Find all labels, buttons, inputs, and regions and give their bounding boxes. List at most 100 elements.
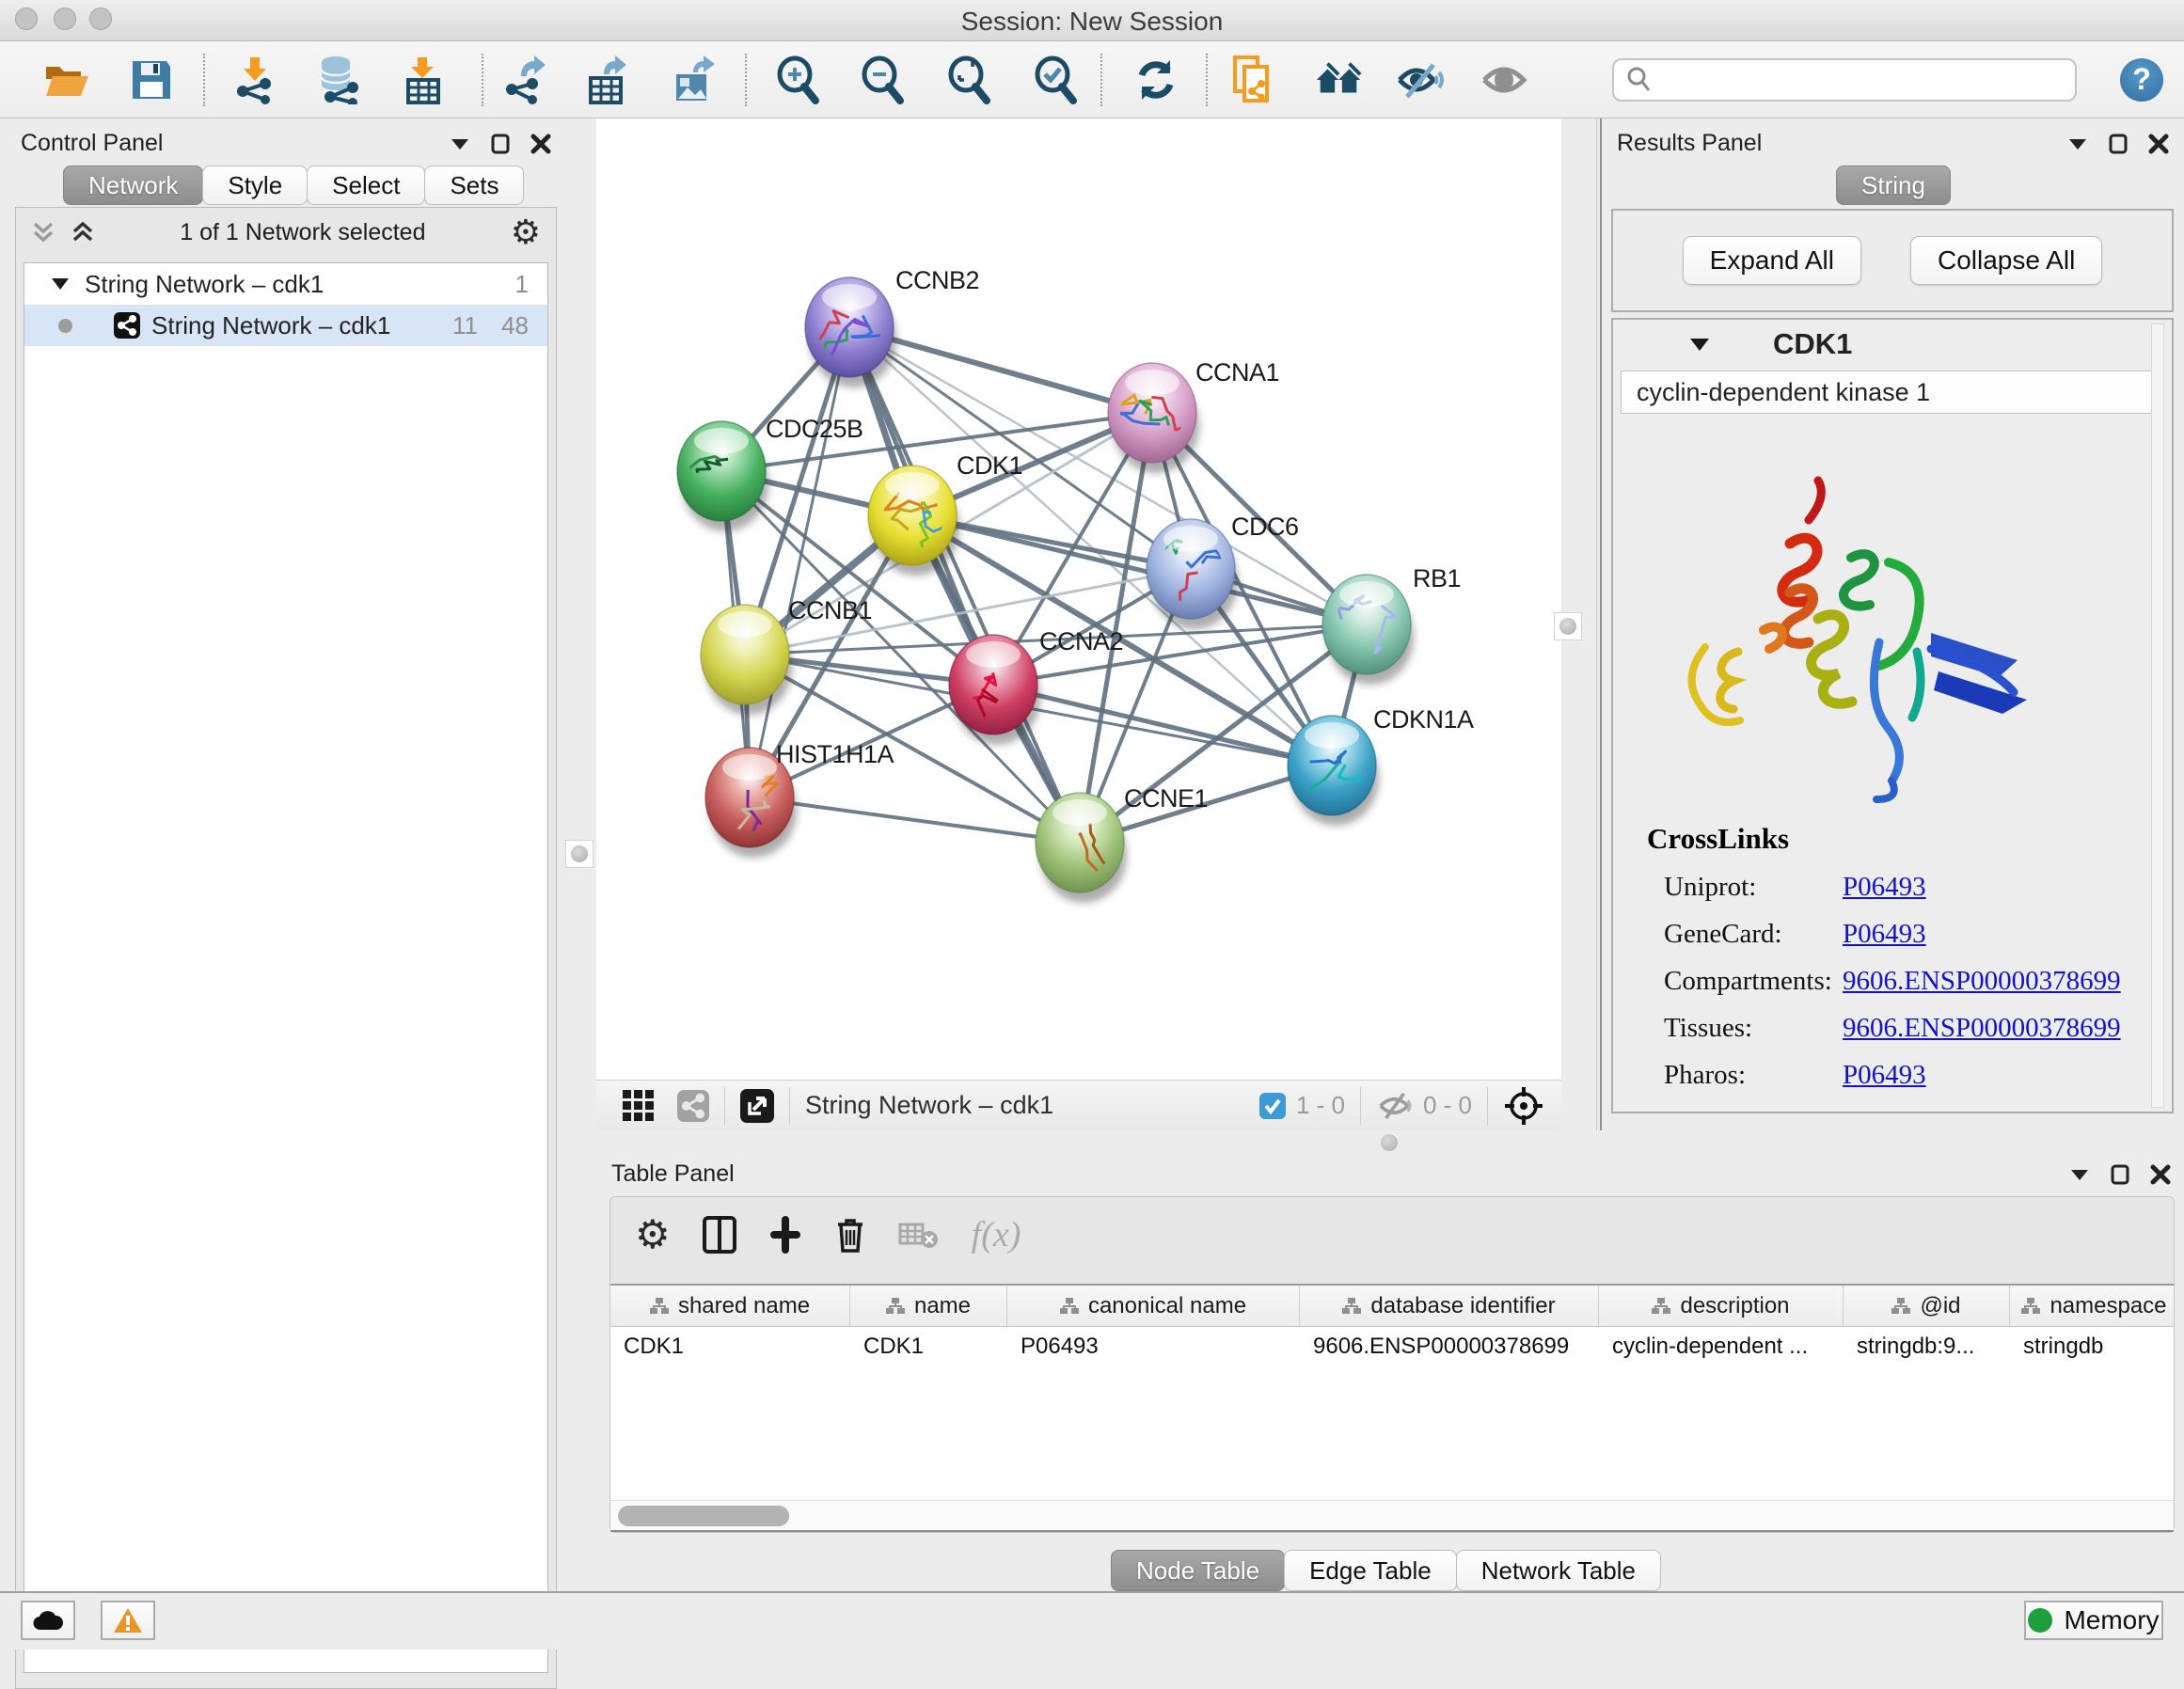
grid-view-icon[interactable] — [623, 1090, 655, 1122]
left-splitter-handle[interactable] — [565, 840, 593, 868]
network-overview-button[interactable] — [1313, 55, 1364, 105]
zoom-selected-button[interactable] — [1031, 55, 1082, 105]
import-network-from-database-button[interactable] — [312, 55, 363, 105]
function-builder-icon[interactable]: f(x) — [972, 1214, 1021, 1255]
network-collection-row[interactable]: String Network – cdk1 1 — [24, 263, 547, 305]
export-network-button[interactable] — [499, 55, 549, 105]
open-session-button[interactable] — [41, 55, 92, 105]
column-type-icon — [886, 1298, 905, 1315]
table-cell[interactable]: P06493 — [1007, 1327, 1300, 1366]
network-options-gear-icon[interactable]: ⚙ — [511, 213, 541, 252]
duplicate-network-button[interactable] — [1228, 55, 1279, 105]
table-cell[interactable]: CDK1 — [850, 1327, 1007, 1366]
table-cell[interactable]: stringdb:9... — [1844, 1327, 2010, 1366]
network-node-RB1[interactable]: RB1 — [1322, 564, 1461, 685]
control-tab-select[interactable]: Select — [307, 166, 425, 205]
table-row[interactable]: CDK1CDK1P064939606.ENSP00000378699cyclin… — [610, 1327, 2174, 1366]
close-panel-icon[interactable] — [2150, 1164, 2171, 1185]
clear-table-icon[interactable] — [898, 1219, 940, 1251]
right-splitter-handle[interactable] — [1554, 612, 1582, 640]
cloud-button[interactable] — [21, 1601, 75, 1640]
export-image-button[interactable] — [670, 55, 720, 105]
crosslink-link[interactable]: P06493 — [1843, 919, 1926, 950]
column-header-shared-name[interactable]: shared name — [610, 1286, 850, 1326]
float-panel-icon[interactable] — [2109, 134, 2128, 154]
column-header-canonical-name[interactable]: canonical name — [1007, 1286, 1300, 1326]
zoom-in-button[interactable] — [773, 55, 824, 105]
hidden-eye-slash-icon[interactable] — [1376, 1091, 1414, 1121]
zoom-out-button[interactable] — [858, 55, 909, 105]
crosslink-link[interactable]: 9606.ENSP00000378699 — [1843, 966, 2121, 997]
collapse-all-button[interactable]: Collapse All — [1910, 236, 2102, 285]
warnings-button[interactable] — [101, 1601, 155, 1640]
table-tab-node-table[interactable]: Node Table — [1111, 1550, 1285, 1591]
crosslink-row: Tissues:9606.ENSP00000378699 — [1647, 1013, 2147, 1044]
control-tab-network[interactable]: Network — [63, 166, 203, 205]
network-node-CCNB2[interactable]: CCNB2 — [800, 266, 979, 387]
crosslink-link[interactable]: P06493 — [1843, 872, 1926, 903]
tree-expand-icon[interactable] — [51, 277, 70, 291]
table-cell[interactable]: cyclin-dependent ... — [1599, 1327, 1844, 1366]
zoom-fit-button[interactable] — [944, 55, 995, 105]
help-button[interactable]: ? — [2120, 58, 2163, 102]
network-node-CCNE1[interactable]: CCNE1 — [1036, 784, 1208, 903]
add-column-icon[interactable] — [768, 1216, 802, 1254]
network-node-HIST1H1A[interactable]: HIST1H1A — [705, 740, 894, 858]
export-table-button[interactable] — [583, 55, 634, 105]
crosslink-link[interactable]: P06493 — [1843, 1060, 1926, 1091]
section-collapse-icon[interactable] — [1688, 337, 1711, 352]
import-network-button[interactable] — [229, 55, 280, 105]
network-view-share-icon[interactable] — [677, 1090, 709, 1122]
selected-checkbox-icon[interactable] — [1258, 1092, 1287, 1120]
network-canvas[interactable]: CCNB2CCNA1CDC25BCDK1CDC6RB1CCNB1CCNA2CDK… — [596, 118, 1561, 1080]
fit-selected-crosshair-icon[interactable] — [1503, 1085, 1544, 1127]
detach-view-icon[interactable] — [740, 1089, 774, 1123]
table-horizontal-scrollbar[interactable] — [610, 1500, 2174, 1530]
network-graph[interactable]: CCNB2CCNA1CDC25BCDK1CDC6RB1CCNB1CCNA2CDK… — [596, 118, 1561, 1080]
column-header-namespace[interactable]: namespace — [2010, 1286, 2174, 1326]
network-node-CDK1[interactable]: CDK1 — [868, 451, 1022, 576]
table-tab-edge-table[interactable]: Edge Table — [1284, 1550, 1457, 1591]
network-row[interactable]: String Network – cdk1 11 48 — [24, 305, 547, 346]
results-tab-string[interactable]: String — [1836, 166, 1951, 205]
control-tab-sets[interactable]: Sets — [424, 166, 524, 205]
close-panel-icon[interactable] — [2148, 134, 2169, 154]
table-cell[interactable]: stringdb — [2010, 1327, 2174, 1366]
hide-graphics-details-button[interactable] — [1396, 55, 1447, 105]
results-scrollbar[interactable] — [2151, 324, 2164, 1108]
collapse-all-icon[interactable] — [31, 220, 55, 245]
refresh-button[interactable] — [1131, 55, 1181, 105]
crosslink-link[interactable]: 9606.ENSP00000378699 — [1843, 1013, 2121, 1044]
search-field[interactable] — [1652, 65, 2047, 94]
float-panel-icon[interactable] — [491, 134, 510, 154]
network-node-CDKN1A[interactable]: CDKN1A — [1288, 705, 1474, 826]
column-header-database-identifier[interactable]: database identifier — [1300, 1286, 1599, 1326]
control-panel-tabs: NetworkStyleSelectSets — [64, 166, 524, 205]
collapse-panel-icon[interactable] — [2069, 1168, 2090, 1181]
collapse-panel-icon[interactable] — [2067, 137, 2088, 150]
table-cell[interactable]: CDK1 — [610, 1327, 850, 1366]
search-input[interactable] — [1612, 58, 2077, 102]
show-graphics-details-button[interactable] — [1479, 55, 1529, 105]
collapse-panel-icon[interactable] — [450, 137, 470, 150]
table-options-gear-icon[interactable]: ⚙ — [635, 1216, 671, 1254]
float-panel-icon[interactable] — [2111, 1164, 2129, 1185]
show-columns-icon[interactable] — [703, 1216, 736, 1254]
table-tab-network-table[interactable]: Network Table — [1456, 1550, 1661, 1591]
expand-all-icon[interactable] — [71, 220, 95, 245]
expand-all-button[interactable]: Expand All — [1683, 236, 1861, 285]
scrollbar-thumb[interactable] — [618, 1506, 789, 1526]
memory-button[interactable]: Memory — [2024, 1601, 2163, 1640]
horizontal-splitter[interactable] — [596, 1130, 2184, 1155]
save-session-button[interactable] — [126, 55, 177, 105]
network-node-CCNB1[interactable]: CCNB1 — [701, 596, 872, 715]
node-label-CDK1: CDK1 — [957, 451, 1022, 480]
delete-column-icon[interactable] — [834, 1215, 866, 1255]
column-header-name[interactable]: name — [850, 1286, 1007, 1326]
table-cell[interactable]: 9606.ENSP00000378699 — [1300, 1327, 1599, 1366]
import-table-button[interactable] — [399, 55, 450, 105]
column-header-description[interactable]: description — [1599, 1286, 1844, 1326]
column-header--id[interactable]: @id — [1844, 1286, 2010, 1326]
control-tab-style[interactable]: Style — [202, 166, 308, 205]
close-panel-icon[interactable] — [530, 134, 551, 154]
